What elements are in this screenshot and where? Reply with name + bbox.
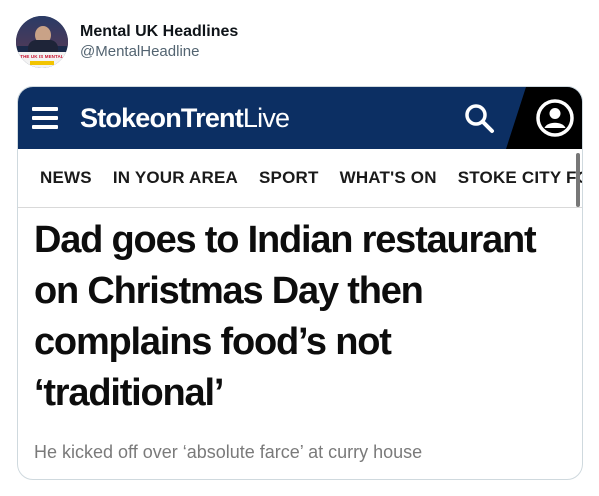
nav-item-in-your-area[interactable]: IN YOUR AREA [113,168,238,188]
avatar-stripe [30,61,54,65]
account-icon[interactable] [535,98,575,138]
logo-light-text: Live [242,103,290,133]
nav-item-sport[interactable]: SPORT [259,168,319,188]
nav-scrollbar[interactable] [576,153,580,207]
hamburger-icon[interactable] [32,107,58,129]
search-icon[interactable] [462,101,496,135]
tweet-header: THE UK IS MENTAL Mental UK Headlines @Me… [16,14,238,70]
tweet-author: Mental UK Headlines @MentalHeadline [80,22,238,62]
display-name[interactable]: Mental UK Headlines [80,22,238,42]
article-headline[interactable]: Dad goes to Indian restaurant on Christm… [34,215,574,419]
site-header-bar: StokeonTrentLive [18,87,582,149]
section-nav: NEWS IN YOUR AREA SPORT WHAT'S ON STOKE … [18,149,582,208]
embedded-screenshot[interactable]: StokeonTrentLive NEWS IN YOUR AREA SPORT… [17,86,583,480]
avatar[interactable]: THE UK IS MENTAL [16,16,68,68]
avatar-text: THE UK IS MENTAL [20,54,64,59]
site-logo[interactable]: StokeonTrentLive [80,100,290,136]
logo-bold-text: StokeonTrent [80,103,244,133]
nav-item-stoke-city-fc[interactable]: STOKE CITY FC [458,168,582,188]
nav-item-whats-on[interactable]: WHAT'S ON [340,168,437,188]
nav-item-news[interactable]: NEWS [40,168,92,188]
article-subheadline: He kicked off over ‘absolute farce’ at c… [34,442,423,462]
user-handle[interactable]: @MentalHeadline [80,42,238,62]
